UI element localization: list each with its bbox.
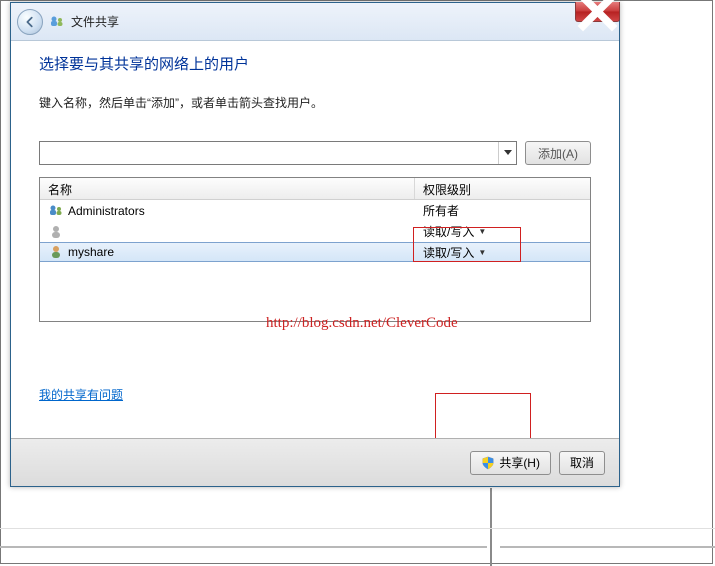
cancel-button[interactable]: 取消 [559, 451, 605, 475]
shield-icon [481, 456, 495, 470]
group-icon [48, 203, 64, 219]
file-sharing-dialog: 文件共享 选择要与其共享的网络上的用户 键入名称，然后单击“添加”，或者单击箭头… [10, 2, 620, 487]
row-perm: 所有者 [423, 202, 459, 219]
back-button[interactable] [17, 9, 43, 35]
column-perm-header[interactable]: 权限级别 [415, 178, 590, 199]
instruction-text: 键入名称，然后单击“添加”，或者单击箭头查找用户。 [39, 94, 591, 111]
user-icon [48, 224, 64, 240]
chevron-down-icon: ▼ [478, 227, 486, 236]
close-button[interactable] [575, 2, 620, 22]
username-input[interactable] [40, 142, 498, 164]
row-perm: 读取/写入 [423, 223, 474, 240]
permission-dropdown[interactable]: 读取/写入 ▼ [415, 241, 590, 264]
window-title: 文件共享 [71, 13, 119, 30]
list-header: 名称 权限级别 [40, 178, 590, 200]
content-area: 选择要与其共享的网络上的用户 键入名称，然后单击“添加”，或者单击箭头查找用户。… [39, 53, 591, 426]
chevron-down-icon: ▼ [478, 248, 486, 257]
cancel-button-label: 取消 [570, 454, 594, 471]
add-button[interactable]: 添加(A) [525, 141, 591, 165]
user-list: 名称 权限级别 Administrators 所有者 [39, 177, 591, 322]
titlebar [575, 2, 620, 24]
share-button-label: 共享(H) [499, 454, 540, 471]
list-row[interactable]: 读取/写入 ▼ [40, 221, 590, 242]
row-name: Administrators [68, 204, 145, 218]
row-name: myshare [68, 245, 114, 259]
list-row[interactable]: myshare 读取/写入 ▼ [40, 242, 590, 262]
header-bar: 文件共享 [11, 3, 619, 41]
app-icon [49, 14, 65, 30]
user-icon [48, 244, 64, 260]
share-button[interactable]: 共享(H) [470, 451, 551, 475]
watermark-text: http://blog.csdn.net/CleverCode [266, 315, 458, 332]
footer-bar: 共享(H) 取消 [11, 438, 619, 486]
list-row[interactable]: Administrators 所有者 [40, 200, 590, 221]
combo-dropdown-button[interactable] [498, 142, 516, 164]
add-user-row: 添加(A) [39, 141, 591, 165]
page-heading: 选择要与其共享的网络上的用户 [39, 53, 591, 74]
row-perm: 读取/写入 [423, 244, 474, 261]
column-name-header[interactable]: 名称 [40, 178, 415, 199]
help-link[interactable]: 我的共享有问题 [39, 386, 123, 403]
username-combo[interactable] [39, 141, 517, 165]
